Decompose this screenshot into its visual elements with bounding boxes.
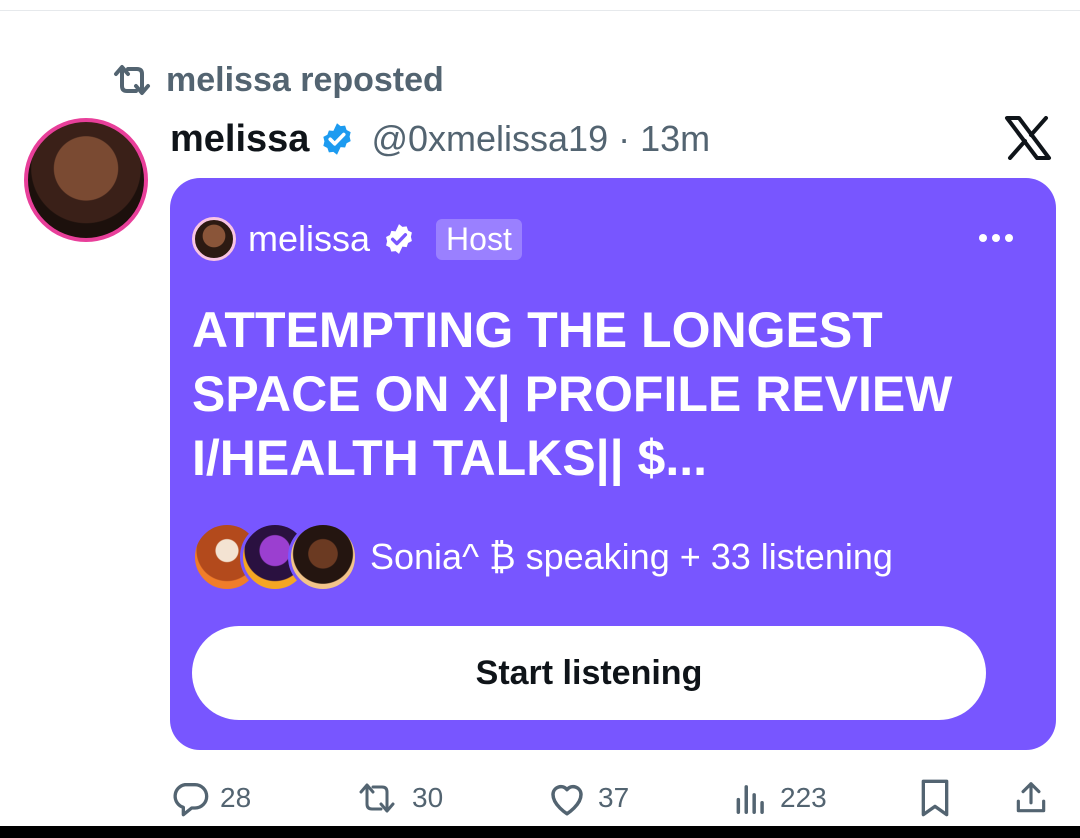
bottom-edge — [0, 826, 1080, 838]
host-badge: Host — [436, 218, 522, 260]
space-title: ATTEMPTING THE LONGEST SPACE ON X| PROFI… — [192, 302, 953, 486]
timestamp[interactable]: 13m — [640, 118, 710, 160]
participant-avatar — [288, 522, 358, 592]
repost-icon — [110, 62, 154, 98]
host-avatar — [192, 217, 236, 261]
space-host-row: melissa Host — [192, 214, 522, 264]
space-card[interactable]: melissa Host ATTEMPTING THE LONGEST SPAC… — [170, 178, 1056, 750]
repost-button[interactable]: 30 — [352, 776, 443, 820]
bookmark-icon[interactable] — [918, 776, 952, 820]
verified-badge-icon — [319, 121, 355, 157]
repost-context[interactable]: melissa reposted — [110, 58, 444, 102]
top-divider — [0, 10, 1080, 11]
like-count: 37 — [598, 782, 630, 813]
repost-icon — [352, 780, 402, 816]
more-options-icon[interactable] — [978, 233, 1014, 243]
x-logo-icon — [1004, 116, 1052, 160]
views-chart-icon — [732, 778, 770, 818]
reply-icon — [170, 778, 210, 818]
reply-button[interactable]: 28 — [170, 776, 251, 820]
tweet-actions: 28 30 37 223 — [0, 776, 1080, 820]
verified-badge-icon — [382, 222, 416, 256]
reply-count: 28 — [220, 782, 252, 813]
host-name: melissa — [248, 218, 371, 259]
repost-count: 30 — [412, 782, 444, 813]
like-button[interactable]: 37 — [546, 776, 629, 820]
author-name[interactable]: melissa — [170, 118, 309, 161]
separator-dot: · — [618, 118, 631, 159]
repost-label: melissa reposted — [166, 60, 444, 99]
space-participants: Sonia^ ₿ speaking + 33 listening — [192, 522, 893, 592]
avatar[interactable] — [24, 118, 148, 242]
views-count: 223 — [780, 782, 827, 813]
tweet-header: melissa @0xmelissa19 · 13m — [170, 114, 710, 164]
author-handle[interactable]: @0xmelissa19 — [371, 118, 608, 160]
share-icon[interactable] — [1012, 776, 1050, 820]
heart-icon — [546, 778, 588, 818]
start-listening-button[interactable]: Start listening — [192, 626, 986, 720]
speaking-status: Sonia^ ₿ speaking + 33 listening — [370, 536, 893, 577]
views-button[interactable]: 223 — [732, 776, 827, 820]
